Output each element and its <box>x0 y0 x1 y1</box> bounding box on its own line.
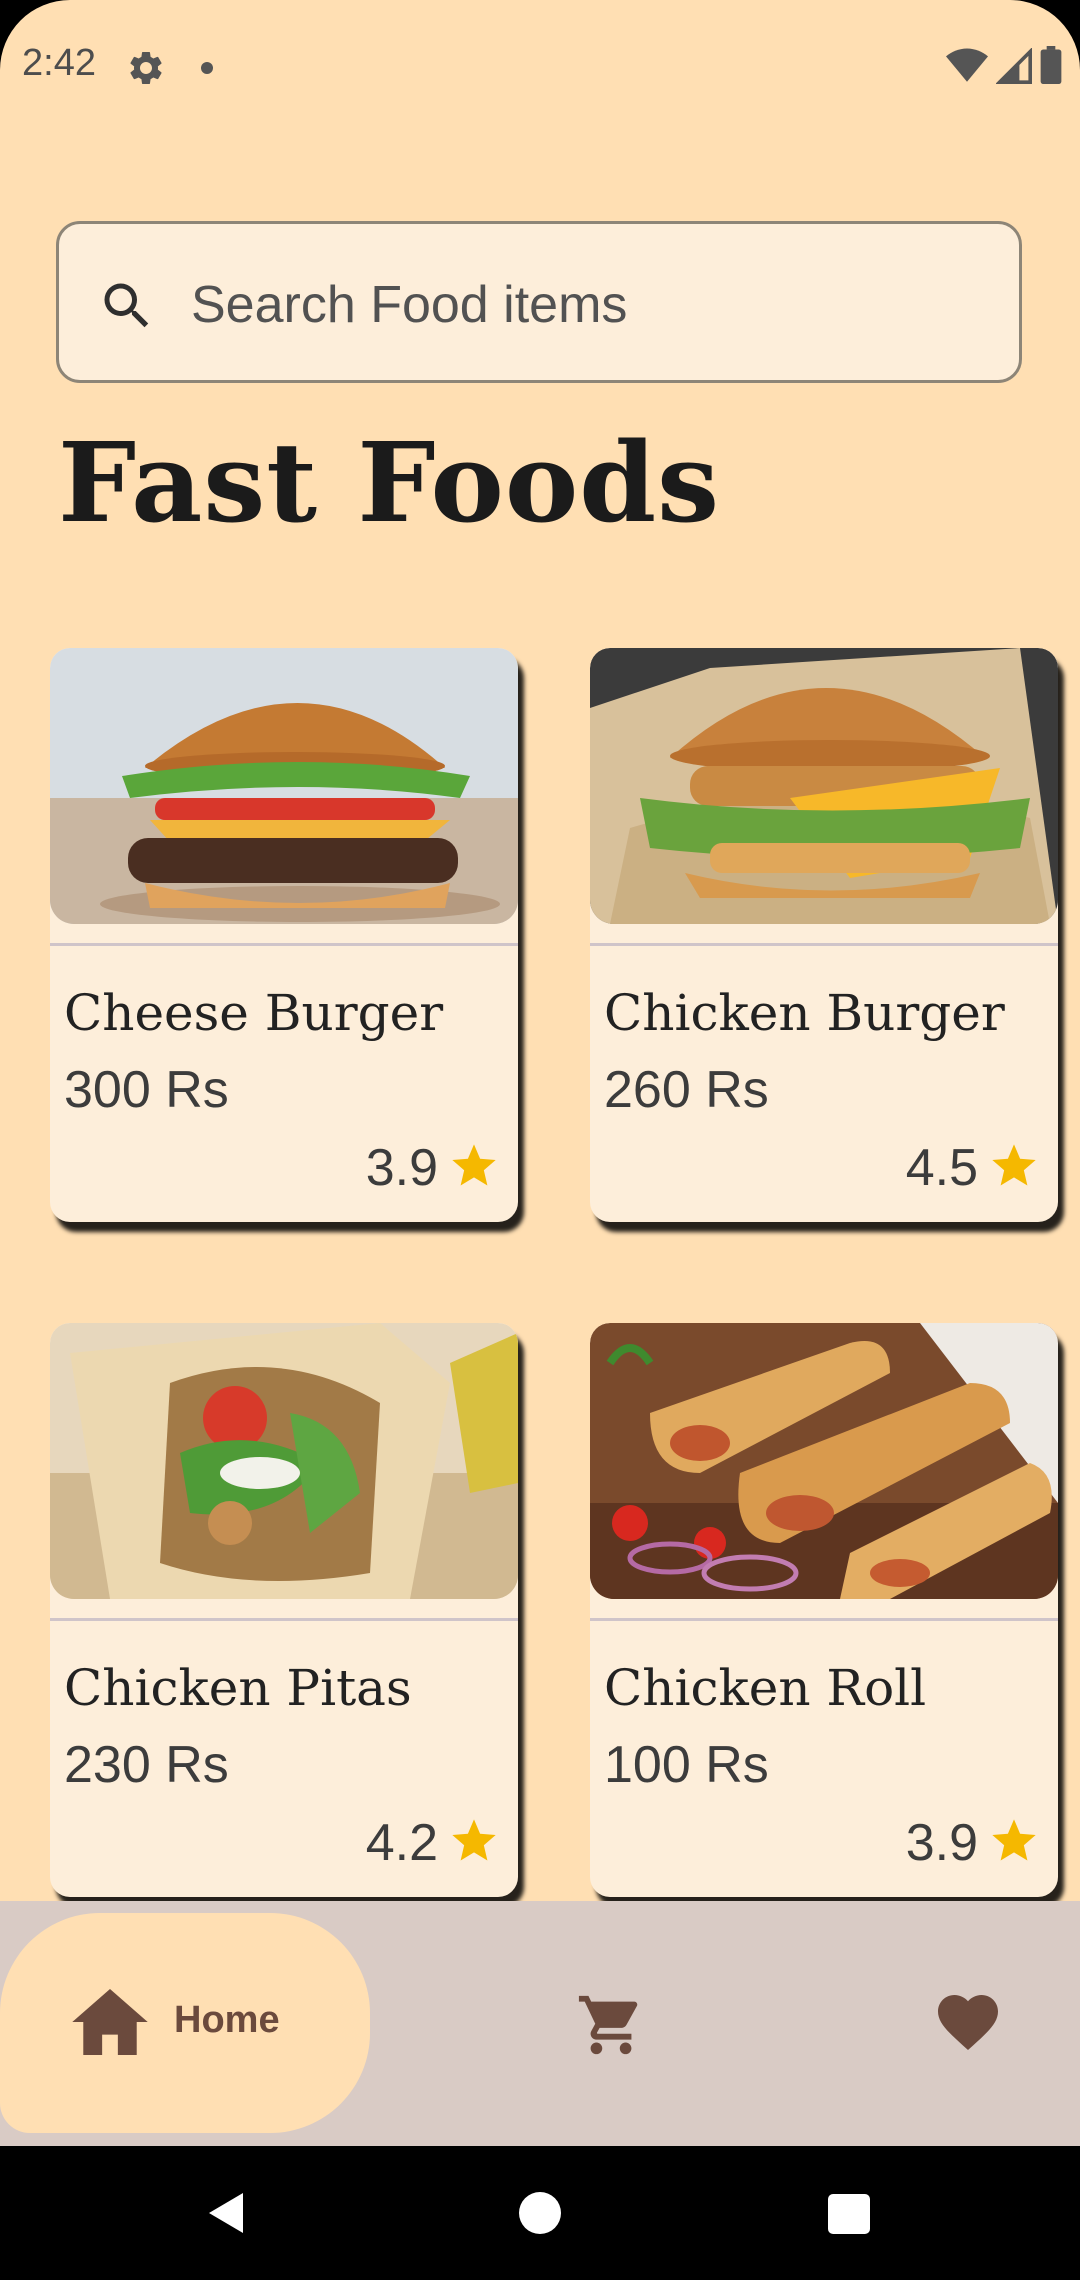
food-card-chicken-burger[interactable]: Chicken Burger 260 Rs 4.5 <box>590 648 1058 1222</box>
food-rating: 3.9 <box>365 1139 438 1197</box>
nav-home-label[interactable]: Home <box>174 1999 280 2042</box>
notification-dot-icon <box>201 62 213 74</box>
system-nav-bar <box>0 2146 1080 2280</box>
heart-icon[interactable] <box>930 1992 1006 2058</box>
food-price: 230 Rs <box>64 1736 229 1794</box>
search-box[interactable] <box>56 221 1022 383</box>
star-icon <box>992 1819 1036 1861</box>
signal-icon <box>996 48 1032 84</box>
cheese-burger-photo <box>50 648 518 924</box>
status-time: 2:42 <box>22 42 96 84</box>
battery-icon <box>1040 46 1062 84</box>
search-input[interactable] <box>189 254 973 356</box>
chicken-pitas-photo <box>50 1323 518 1599</box>
star-icon <box>452 1144 496 1186</box>
system-home-button[interactable] <box>519 2192 561 2234</box>
bottom-nav: Home <box>0 1901 1080 2146</box>
back-icon[interactable] <box>203 2189 251 2237</box>
gear-icon <box>130 51 162 84</box>
recents-button[interactable] <box>828 2194 870 2234</box>
food-name: Chicken Pitas <box>64 1659 412 1717</box>
food-rating: 4.2 <box>365 1814 438 1872</box>
chicken-roll-photo <box>590 1323 1058 1599</box>
card-divider <box>50 943 518 946</box>
status-bar: 2:42 <box>0 0 1080 130</box>
star-icon <box>452 1819 496 1861</box>
food-rating: 3.9 <box>905 1814 978 1872</box>
cart-icon[interactable] <box>573 1990 649 2060</box>
home-icon[interactable] <box>72 1989 148 2055</box>
card-divider <box>590 943 1058 946</box>
status-icons <box>946 46 1062 84</box>
food-rating: 4.5 <box>905 1139 978 1197</box>
chicken-burger-photo <box>590 648 1058 924</box>
card-divider <box>50 1618 518 1621</box>
wifi-icon <box>946 48 988 82</box>
food-card-cheese-burger[interactable]: Cheese Burger 300 Rs 3.9 <box>50 648 518 1222</box>
star-icon <box>992 1144 1036 1186</box>
search-icon[interactable] <box>97 276 157 336</box>
food-card-chicken-roll[interactable]: Chicken Roll 100 Rs 3.9 <box>590 1323 1058 1897</box>
food-name: Chicken Roll <box>604 1659 927 1717</box>
food-name: Cheese Burger <box>64 984 444 1042</box>
app-screen: 2:42 Fast Foods <box>0 0 1080 2280</box>
food-name: Chicken Burger <box>604 984 1005 1042</box>
card-divider <box>590 1618 1058 1621</box>
nav-home-button[interactable]: Home <box>0 1913 370 2133</box>
food-price: 300 Rs <box>64 1061 229 1119</box>
food-price: 260 Rs <box>604 1061 769 1119</box>
food-price: 100 Rs <box>604 1736 769 1794</box>
page-title: Fast Foods <box>58 418 721 547</box>
food-card-chicken-pitas[interactable]: Chicken Pitas 230 Rs 4.2 <box>50 1323 518 1897</box>
